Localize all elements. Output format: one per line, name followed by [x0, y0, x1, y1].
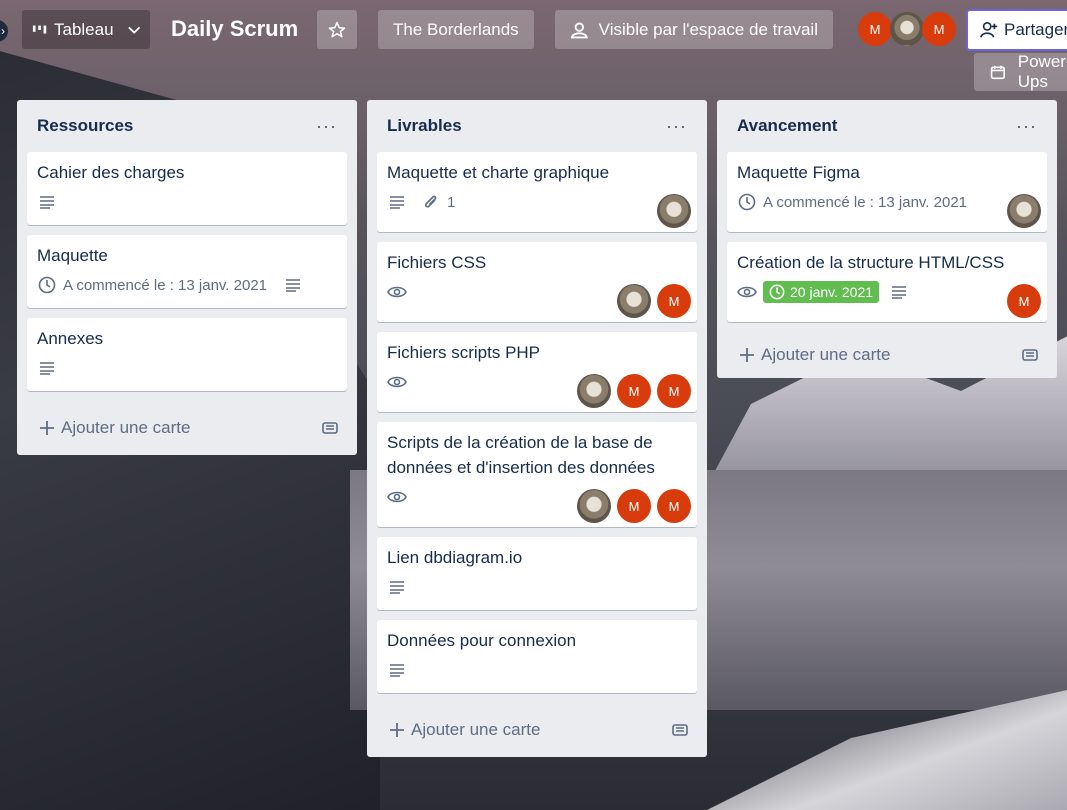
card-title: Lien dbdiagram.io: [387, 548, 523, 567]
card[interactable]: Lien dbdiagram.io: [377, 537, 697, 610]
add-card-label: Ajouter une carte: [61, 418, 191, 437]
list-menu-icon[interactable]: ···: [1016, 116, 1037, 137]
attachment-count: 1: [447, 193, 456, 211]
list-livrables: Livrables ··· Maquette et charte graphiq…: [367, 100, 707, 757]
card-title: Maquette: [37, 246, 108, 265]
add-card-label: Ajouter une carte: [411, 720, 541, 739]
board-title[interactable]: Daily Scrum: [171, 16, 298, 42]
share-button[interactable]: Partager: [966, 9, 1067, 51]
board-header: › Tableau Daily Scrum The Borderlands Vi…: [0, 0, 1067, 91]
card-title: Scripts de la création de la base de don…: [387, 433, 655, 477]
template-icon[interactable]: [1021, 347, 1039, 363]
clock-icon: [769, 284, 785, 300]
member-avatar[interactable]: M: [617, 489, 651, 523]
visibility-button[interactable]: Visible par l'espace de travail: [555, 10, 833, 49]
card-title: Fichiers scripts PHP: [387, 343, 541, 362]
member-avatar-photo[interactable]: [1007, 194, 1041, 228]
list-ressources: Ressources ··· Cahier des charges Maquet…: [17, 100, 357, 455]
card-title: Maquette Figma: [737, 163, 860, 182]
star-button[interactable]: [317, 10, 357, 49]
add-card-label: Ajouter une carte: [761, 345, 891, 364]
member-avatar-photo[interactable]: [577, 374, 611, 408]
list-avancement: Avancement ··· Maquette Figma A commencé…: [717, 100, 1057, 378]
description-icon: [387, 577, 407, 597]
plus-icon: [390, 723, 404, 737]
list-title[interactable]: Livrables: [387, 116, 462, 136]
board-members: M M: [858, 12, 956, 46]
add-card-button[interactable]: Ajouter une carte: [27, 401, 347, 455]
description-icon: [283, 275, 303, 295]
card-title: Données pour connexion: [387, 631, 577, 650]
card[interactable]: Maquette Figma A commencé le : 13 janv. …: [727, 152, 1047, 232]
list-title[interactable]: Ressources: [37, 116, 133, 136]
template-icon[interactable]: [671, 722, 689, 738]
eye-icon: [387, 487, 407, 507]
member-avatar-photo[interactable]: [617, 284, 651, 318]
list-title[interactable]: Avancement: [737, 116, 837, 136]
eye-icon: [387, 372, 407, 392]
add-person-icon: [980, 21, 998, 38]
due-date-badge[interactable]: 20 janv. 2021: [763, 281, 880, 303]
view-switcher-label: Tableau: [54, 19, 114, 39]
card[interactable]: Maquette A commencé le : 13 janv. 2021: [27, 235, 347, 308]
card[interactable]: Fichiers scripts PHP M M: [377, 332, 697, 412]
description-icon: [387, 660, 407, 680]
due-date-label: 20 janv. 2021: [790, 284, 874, 300]
member-avatar-photo[interactable]: [657, 194, 691, 228]
card[interactable]: Scripts de la création de la base de don…: [377, 422, 697, 527]
member-avatar[interactable]: M: [657, 374, 691, 408]
member-avatar[interactable]: M: [858, 12, 892, 46]
member-avatar[interactable]: M: [922, 12, 956, 46]
star-icon: [328, 21, 346, 37]
card-title: Maquette et charte graphique: [387, 163, 610, 182]
card-title: Création de la structure HTML/CSS: [737, 253, 1005, 272]
sidebar-toggle-icon[interactable]: ›: [0, 20, 8, 42]
workspace-button[interactable]: The Borderlands: [378, 10, 534, 49]
member-avatar[interactable]: M: [617, 374, 651, 408]
start-date-badge: A commencé le : 13 janv. 2021: [763, 193, 968, 211]
list-menu-icon[interactable]: ···: [666, 116, 687, 137]
description-icon: [889, 282, 909, 302]
card-title: Cahier des charges: [37, 163, 185, 182]
member-avatar-photo[interactable]: [577, 489, 611, 523]
member-avatar[interactable]: M: [1007, 284, 1041, 318]
card[interactable]: Maquette et charte graphique 1: [377, 152, 697, 232]
card-title: Annexes: [37, 329, 104, 348]
chevron-down-icon: [127, 26, 140, 34]
board-view-icon: [32, 25, 47, 34]
power-ups-label: Power-Ups: [1017, 52, 1067, 91]
clock-icon: [37, 275, 57, 295]
description-icon: [37, 358, 57, 378]
share-label: Partager: [1004, 20, 1067, 39]
member-avatar-photo[interactable]: [890, 12, 924, 46]
card[interactable]: Fichiers CSS M: [377, 242, 697, 322]
card[interactable]: Cahier des charges: [27, 152, 347, 225]
eye-icon: [387, 282, 407, 302]
add-card-button[interactable]: Ajouter une carte: [727, 332, 1047, 378]
card-title: Fichiers CSS: [387, 253, 487, 272]
card[interactable]: Création de la structure HTML/CSS 20 jan…: [727, 242, 1047, 322]
add-card-button[interactable]: Ajouter une carte: [377, 703, 697, 757]
clock-icon: [737, 192, 757, 212]
power-ups-button[interactable]: Power-Ups: [974, 52, 1067, 91]
member-avatar[interactable]: M: [657, 284, 691, 318]
calendar-icon: [990, 65, 1005, 80]
view-switcher-button[interactable]: Tableau: [22, 10, 150, 49]
eye-icon: [737, 282, 757, 302]
plus-icon: [740, 348, 754, 362]
visibility-label: Visible par l'espace de travail: [598, 19, 818, 39]
list-menu-icon[interactable]: ···: [316, 116, 337, 137]
plus-icon: [40, 421, 54, 435]
start-date-badge: A commencé le : 13 janv. 2021: [63, 276, 268, 294]
template-icon[interactable]: [321, 420, 339, 436]
workspace-label: The Borderlands: [393, 19, 519, 39]
member-avatar[interactable]: M: [657, 489, 691, 523]
description-icon: [37, 192, 57, 212]
description-icon: [387, 192, 407, 212]
card[interactable]: Annexes: [27, 318, 347, 391]
attachment-icon: [421, 192, 441, 212]
card[interactable]: Données pour connexion: [377, 620, 697, 693]
people-icon: [570, 22, 588, 38]
